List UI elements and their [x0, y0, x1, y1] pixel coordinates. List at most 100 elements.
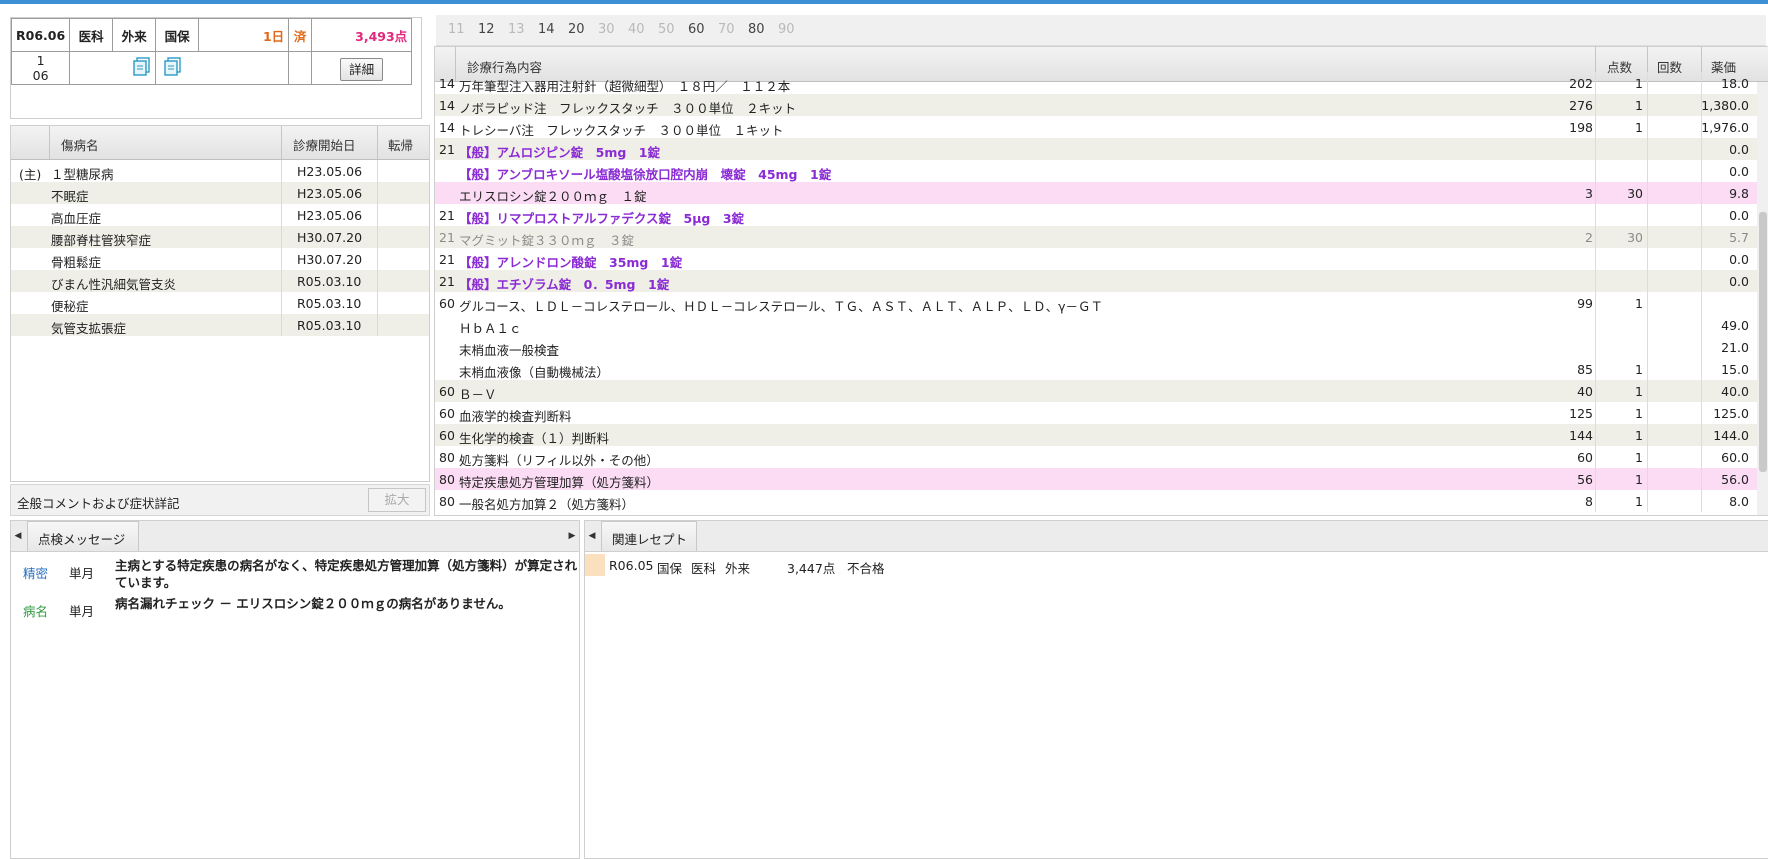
treatment-price: 0.0: [1729, 142, 1749, 157]
category-tab-70[interactable]: 70: [718, 22, 735, 37]
treatment-row[interactable]: 60 血液学的検査判断料 125 1 125.0: [435, 402, 1768, 424]
treatment-row[interactable]: 21 【般】アムロジピン錠 5mg 1錠 0.0: [435, 138, 1768, 160]
message-category: 精密: [23, 566, 49, 581]
treatment-row[interactable]: 14 ノボラピッド注 フレックスタッチ ３００単位 ２キット 276 1 1,380.0: [435, 94, 1768, 116]
treatment-row[interactable]: エリスロシン錠２００ｍｇ １錠 3 30 9.8: [435, 182, 1768, 204]
treatment-row[interactable]: ＨｂＡ１ｃ 49.0: [435, 314, 1768, 336]
treatment-row[interactable]: 60 Ｂ－Ｖ 40 1 40.0: [435, 380, 1768, 402]
document-icon[interactable]: [133, 56, 151, 77]
category-tab-80[interactable]: 80: [748, 22, 765, 37]
treatment-list: 14 万年筆型注入器用注射針（超微細型） １８円／ １１２本 202 1 18.0 14 ノ…: [435, 72, 1768, 512]
treatment-name: エリスロシン錠２００ｍｇ １錠: [459, 189, 647, 204]
treatment-row[interactable]: 21 【般】リマプロストアルファデクス錠 5μg 3錠 0.0: [435, 204, 1768, 226]
check-messages-pane: ◀ 点検メッセージ ▶ 精密 単月 主病とする特定疾患の病名がなく、特定疾患処方管理…: [10, 520, 580, 859]
disease-start-date: H30.07.20: [297, 230, 363, 245]
treatment-price: 8.0: [1729, 494, 1749, 509]
document-icon[interactable]: [164, 56, 182, 77]
treatment-code: 60: [439, 296, 455, 311]
treatment-row[interactable]: 80 処方箋料（リフィル以外・その他） 60 1 60.0: [435, 446, 1768, 468]
treatment-count: 1: [1635, 120, 1643, 135]
treatment-row[interactable]: 14 トレシーバ注 フレックスタッチ ３００単位 １キット 198 1 1,976.0: [435, 116, 1768, 138]
treatment-count: 1: [1635, 428, 1643, 443]
disease-name: 不眠症: [51, 189, 89, 204]
treatment-name: マグミット錠３３０ｍｇ ３錠: [459, 233, 635, 248]
treatment-price: 60.0: [1721, 450, 1749, 465]
summary-row2-doc-cell-2: [155, 51, 290, 85]
tab-check-messages[interactable]: 点検メッセージ: [27, 521, 139, 551]
disease-name: １型糖尿病: [51, 167, 114, 182]
treatment-scrollbar[interactable]: [1757, 82, 1768, 515]
treatment-price: 1,380.0: [1701, 98, 1749, 113]
treatment-row[interactable]: 21 【般】エチゾラム錠 0．5mg 1錠 0.0: [435, 270, 1768, 292]
check-message-item[interactable]: 精密 単月 主病とする特定疾患の病名がなく、特定疾患処方管理加算（処方箋料）が算定さ…: [23, 557, 577, 591]
disease-row[interactable]: 高血圧症 H23.05.06: [11, 204, 429, 226]
disease-name-header[interactable]: 傷病名: [61, 135, 99, 154]
treatment-price: 1,976.0: [1701, 120, 1749, 135]
disease-start-date: R05.03.10: [297, 274, 362, 289]
category-tab-40[interactable]: 40: [628, 22, 645, 37]
category-tab-13[interactable]: 13: [508, 22, 525, 37]
category-tab-30[interactable]: 30: [598, 22, 615, 37]
treatment-price: 125.0: [1713, 406, 1749, 421]
tab-related-receipts[interactable]: 関連レセプト: [601, 521, 697, 551]
category-tab-20[interactable]: 20: [568, 22, 585, 37]
disease-row[interactable]: 気管支拡張症 R05.03.10: [11, 314, 429, 336]
tab-scroll-left-icon[interactable]: ◀: [585, 521, 599, 551]
treatment-price: 144.0: [1713, 428, 1749, 443]
disease-start-date: R05.03.10: [297, 318, 362, 333]
treatment-row[interactable]: 21 マグミット錠３３０ｍｇ ３錠 2 30 5.7: [435, 226, 1768, 248]
category-tab-12[interactable]: 12: [478, 22, 495, 37]
disease-start-header[interactable]: 診療開始日: [293, 135, 356, 154]
detail-button[interactable]: 詳細: [340, 57, 384, 81]
treatment-name: グルコース、ＬＤＬ－コレステロール、ＨＤＬ－コレステロール、ＴＧ、ＡＳＴ、ＡＬＴ…: [459, 299, 1104, 314]
treatment-row[interactable]: 末梢血液一般検査 21.0: [435, 336, 1768, 358]
check-message-item[interactable]: 病名 単月 病名漏れチェック － エリスロシン錠２００ｍｇの病名がありません。: [23, 595, 575, 629]
treatment-row[interactable]: 60 グルコース、ＬＤＬ－コレステロール、ＨＤＬ－コレステロール、ＴＧ、ＡＳＴ、Ａ…: [435, 292, 1768, 314]
treatment-row[interactable]: 21 【般】アレンドロン酸錠 35mg 1錠 0.0: [435, 248, 1768, 270]
treatment-row[interactable]: 80 一般名処方加算２（処方箋料） 8 1 8.0: [435, 490, 1768, 512]
treatment-row[interactable]: 60 生化学的検査（１）判断料 144 1 144.0: [435, 424, 1768, 446]
disease-row[interactable]: 腰部脊柱管狭窄症 H30.07.20: [11, 226, 429, 248]
summary-dept: 医科: [69, 18, 114, 52]
treatment-count: 1: [1635, 406, 1643, 421]
check-messages-tabbar: ◀ 点検メッセージ ▶: [11, 521, 579, 552]
treatment-price: 0.0: [1729, 208, 1749, 223]
summary-row2-bottom: 06: [32, 68, 49, 83]
disease-row[interactable]: びまん性汎細気管支炎 R05.03.10: [11, 270, 429, 292]
category-tab-11[interactable]: 11: [448, 22, 465, 37]
receipt-color-swatch: [585, 554, 605, 576]
treatment-points: 56: [1577, 472, 1593, 487]
scrollbar-thumb[interactable]: [1759, 212, 1767, 472]
treatment-name: ノボラピッド注 フレックスタッチ ３００単位 ２キット: [459, 101, 797, 116]
category-tab-60[interactable]: 60: [688, 22, 705, 37]
treatment-row[interactable]: 14 万年筆型注入器用注射針（超微細型） １８円／ １１２本 202 1 18.0: [435, 72, 1768, 94]
tab-scroll-right-icon[interactable]: ▶: [565, 521, 579, 551]
category-tab-90[interactable]: 90: [778, 22, 795, 37]
related-receipt-row[interactable]: R06.05 国保 医科 外来 3,447点 不合格: [585, 554, 1768, 576]
related-receipts-pane: ◀ 関連レセプト R06.05 国保 医科 外来 3,447点 不合格: [584, 520, 1768, 859]
disease-row[interactable]: (主) １型糖尿病 H23.05.06: [11, 160, 429, 182]
disease-name: 便秘症: [51, 299, 89, 314]
treatment-row[interactable]: 【般】アンブロキソール塩酸塩徐放口腔内崩 壊錠 45mg 1錠 0.0: [435, 160, 1768, 182]
disease-list-panel: 傷病名 診療開始日 転帰 (主) １型糖尿病 H23.05.06 不眠症 H23.05.…: [10, 125, 430, 482]
treatment-price: 5.7: [1729, 230, 1749, 245]
treatment-name: 【般】アムロジピン錠 5mg 1錠: [459, 145, 660, 160]
treatment-name: 生化学的検査（１）判断料: [459, 431, 610, 446]
tab-check-messages-label: 点検メッセージ: [38, 532, 126, 547]
disease-name: 腰部脊柱管狭窄症: [51, 233, 152, 248]
expand-button[interactable]: 拡大: [368, 488, 426, 512]
treatment-price: 15.0: [1721, 362, 1749, 377]
disease-start-date: H23.05.06: [297, 208, 363, 223]
disease-row[interactable]: 便秘症 R05.03.10: [11, 292, 429, 314]
treatment-row[interactable]: 80 特定疾患処方管理加算（処方箋料） 56 1 56.0: [435, 468, 1768, 490]
disease-outcome-header[interactable]: 転帰: [388, 135, 413, 154]
disease-start-date: H23.05.06: [297, 186, 363, 201]
disease-row[interactable]: 骨粗鬆症 H30.07.20: [11, 248, 429, 270]
treatment-name: トレシーバ注 フレックスタッチ ３００単位 １キット: [459, 123, 784, 138]
category-tab-50[interactable]: 50: [658, 22, 675, 37]
treatment-code: 21: [439, 274, 455, 289]
disease-row[interactable]: 不眠症 H23.05.06: [11, 182, 429, 204]
category-tab-14[interactable]: 14: [538, 22, 555, 37]
tab-scroll-left-icon[interactable]: ◀: [11, 521, 25, 551]
treatment-row[interactable]: 末梢血液像（自動機械法） 85 1 15.0: [435, 358, 1768, 380]
